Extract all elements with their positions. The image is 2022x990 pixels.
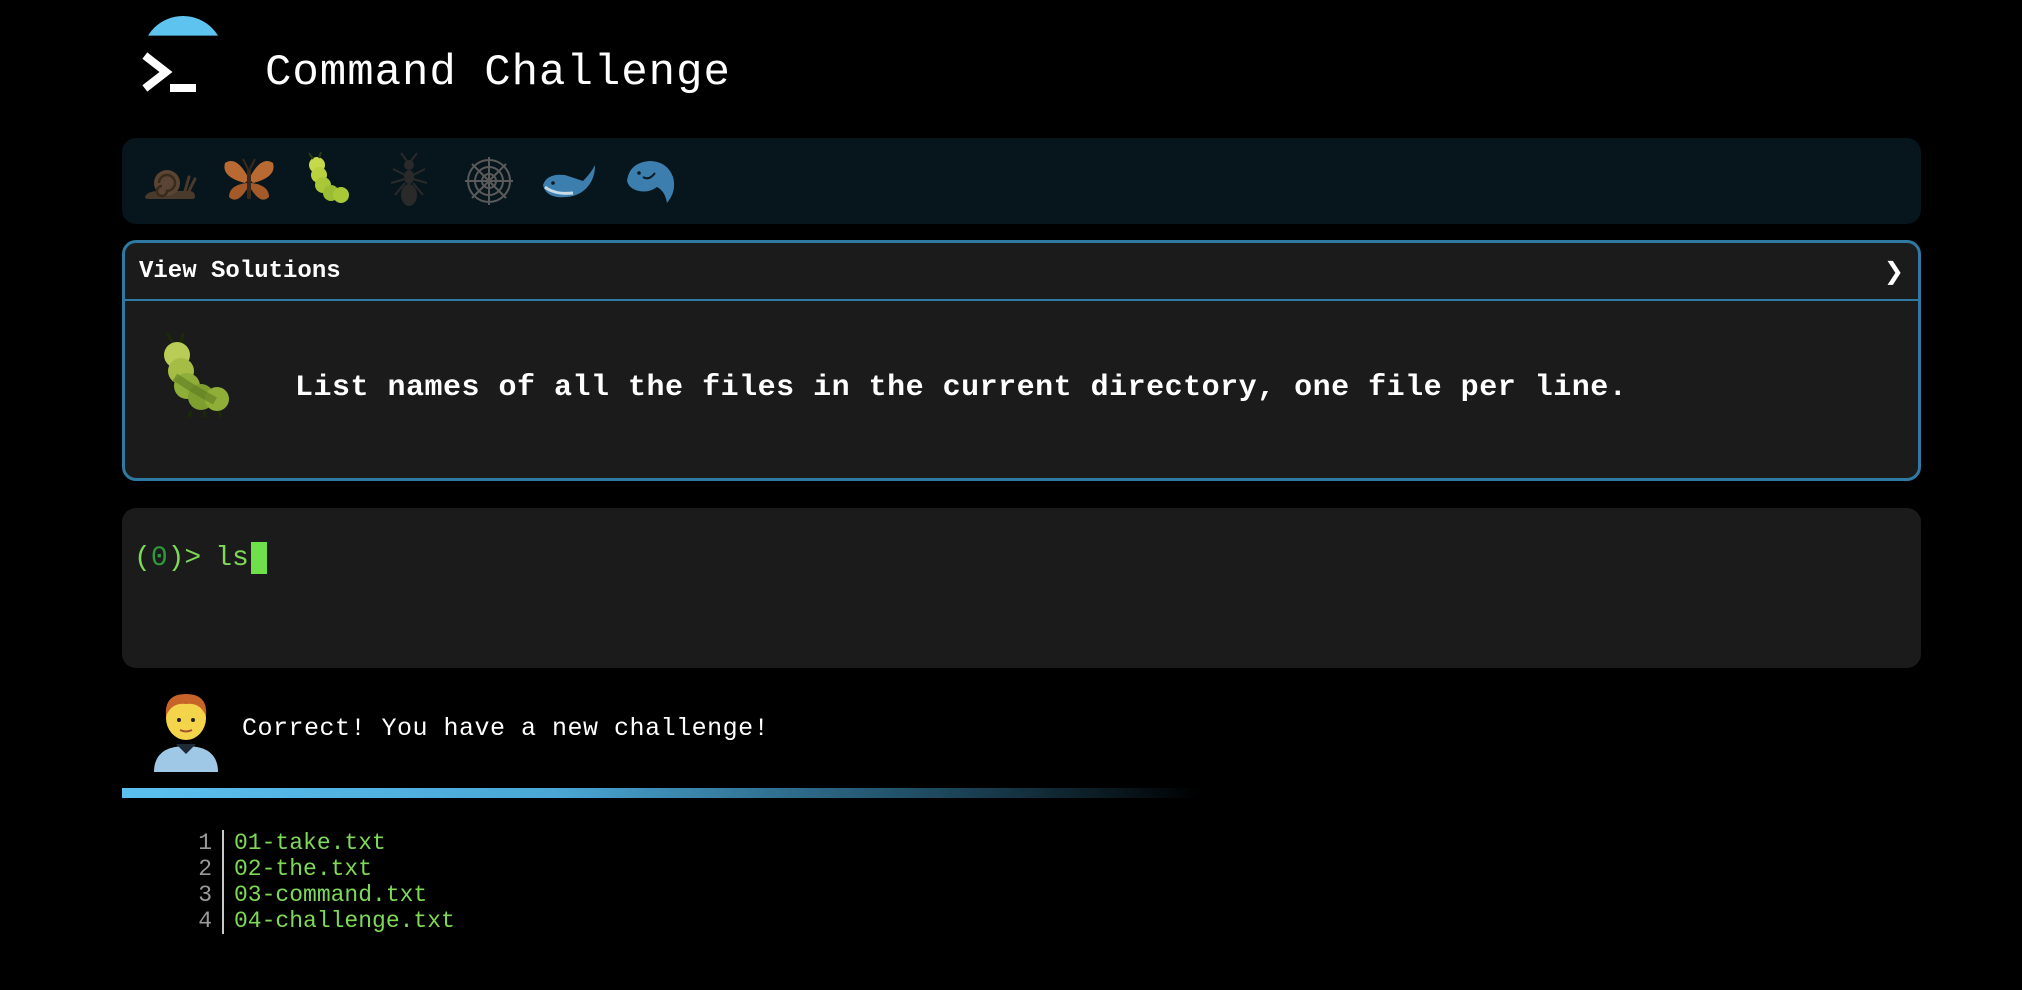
view-solutions-label: View Solutions (139, 257, 341, 285)
prompt-counter: 0 (150, 542, 168, 574)
output-line: 3 03-command.txt (190, 882, 455, 908)
level-selector (122, 138, 1921, 224)
prompt-paren-open: ( (134, 542, 151, 574)
line-number: 2 (190, 856, 224, 882)
level-caterpillar[interactable] (294, 146, 364, 216)
file-name: 01-take.txt (234, 830, 386, 856)
progress-fill (122, 788, 1200, 798)
header: Command Challenge (140, 14, 1040, 134)
level-snail[interactable] (134, 146, 204, 216)
command-input[interactable]: ls (215, 543, 249, 574)
caterpillar-icon (164, 332, 229, 418)
output-line: 2 02-the.txt (190, 856, 455, 882)
text-cursor (250, 542, 267, 574)
butterfly-icon (224, 158, 274, 200)
file-name: 03-command.txt (234, 882, 428, 908)
output-line: 4 04-challenge.txt (190, 908, 455, 934)
page-title: Command Challenge (265, 48, 731, 98)
logo-dome (142, 16, 224, 36)
level-spider-web[interactable] (454, 146, 524, 216)
file-name: 04-challenge.txt (234, 908, 455, 934)
line-number: 4 (190, 908, 224, 934)
chevron-right-icon: ❯ (1883, 257, 1904, 285)
snail-icon (145, 170, 197, 199)
prompt-symbol: )> (167, 542, 202, 574)
prompt-line[interactable]: ( 0 )> ls (134, 542, 267, 574)
challenge-panel: View Solutions ❯ List names of all the f… (122, 240, 1921, 481)
spider-web-icon (465, 157, 513, 205)
terminal-input-area[interactable]: ( 0 )> ls (122, 508, 1921, 668)
command-output: 1 01-take.txt 2 02-the.txt 3 03-command.… (190, 830, 455, 934)
level-ant[interactable] (374, 146, 444, 216)
level-whale[interactable] (534, 146, 604, 216)
dolphin-icon (627, 161, 675, 203)
challenge-body: List names of all the files in the curre… (125, 301, 1918, 477)
feedback: Correct! You have a new challenge! (140, 688, 1140, 773)
level-dolphin[interactable] (614, 146, 684, 216)
person-avatar-icon (154, 694, 218, 772)
logo[interactable] (140, 14, 224, 104)
view-solutions-toggle[interactable]: View Solutions ❯ (125, 243, 1918, 301)
file-name: 02-the.txt (234, 856, 373, 882)
whale-icon (543, 165, 595, 198)
caterpillar-icon (308, 151, 349, 203)
level-butterfly[interactable] (214, 146, 284, 216)
line-number: 1 (190, 830, 224, 856)
line-number: 3 (190, 882, 224, 908)
terminal-prompt-icon (142, 52, 196, 92)
feedback-message: Correct! You have a new challenge! (242, 714, 770, 743)
ant-icon (390, 152, 428, 206)
output-line: 1 01-take.txt (190, 830, 455, 856)
page: Command Challenge View Solutions ❯ List … (0, 0, 2022, 990)
challenge-description: List names of all the files in the curre… (295, 371, 1628, 405)
progress-bar (122, 788, 1200, 798)
